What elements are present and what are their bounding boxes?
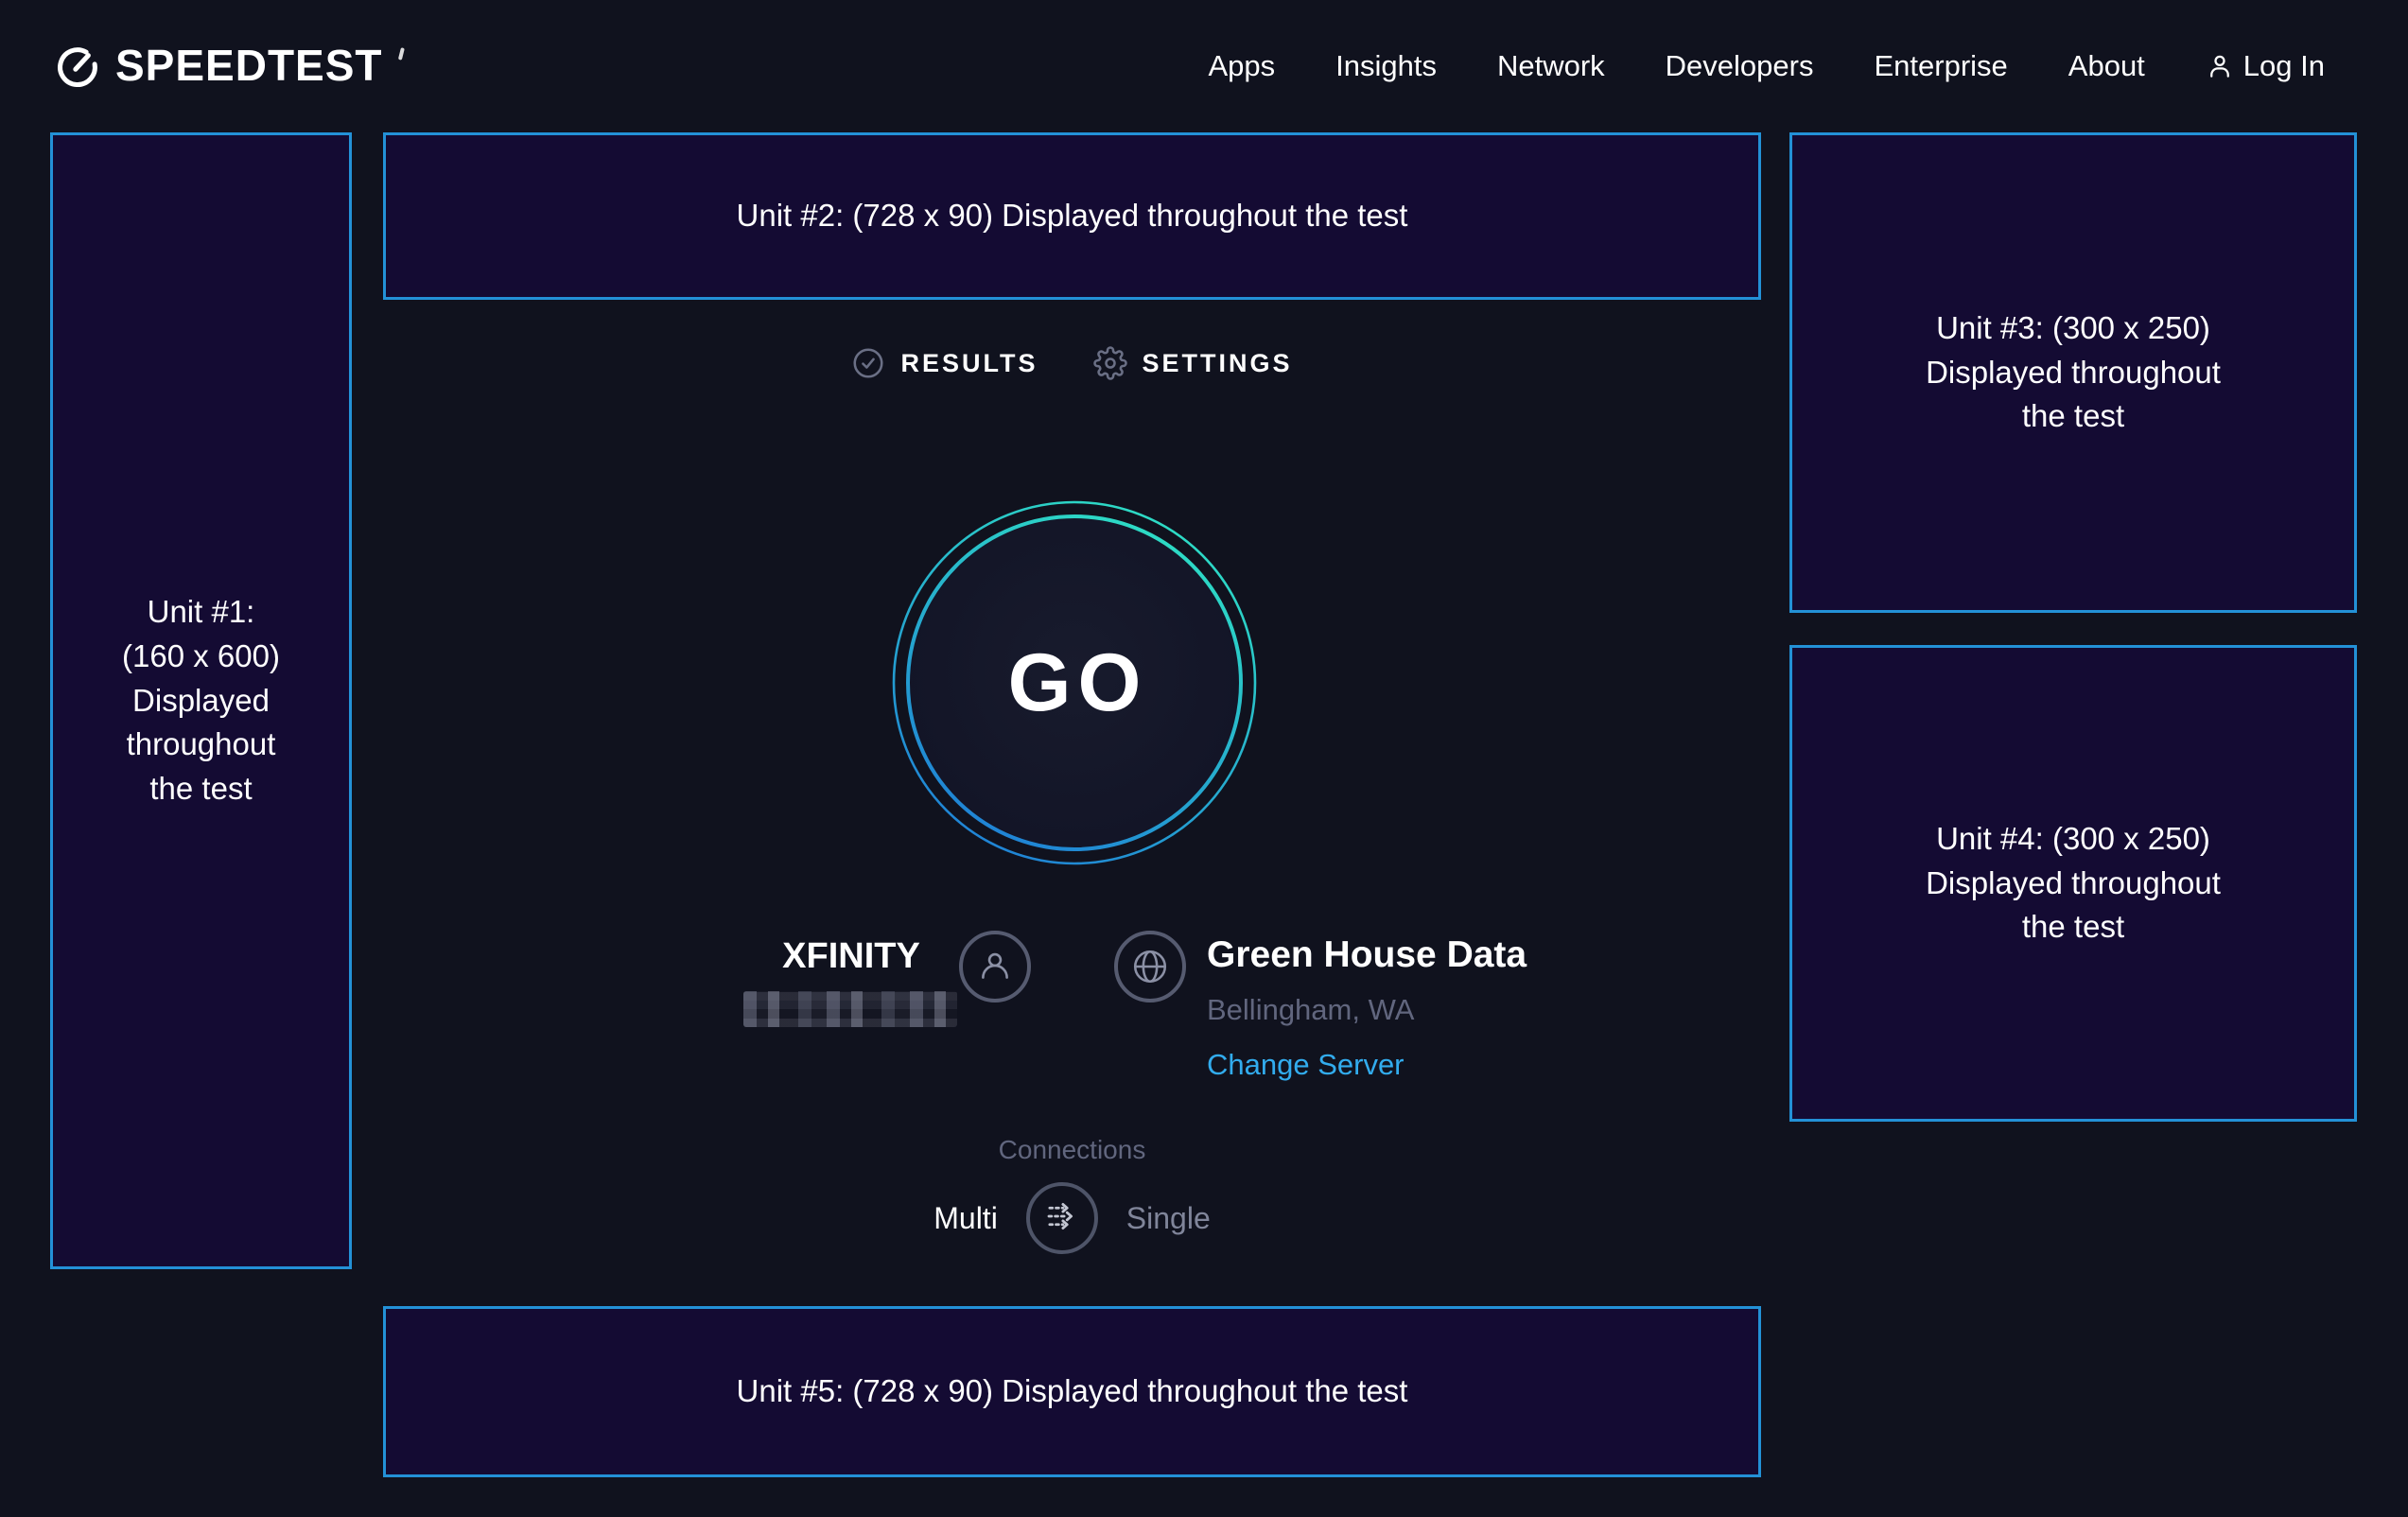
nav-item-about[interactable]: About [2068,49,2145,83]
ad-unit-3-300x250: Unit #3: (300 x 250) Displayed throughou… [1789,132,2357,613]
login-label: Log In [2243,49,2325,83]
nav-item-apps[interactable]: Apps [1208,49,1275,83]
ad-unit-1-text: Unit #1: (160 x 600) Displayed throughou… [122,590,280,811]
ad-unit-4-300x250: Unit #4: (300 x 250) Displayed throughou… [1789,645,2357,1122]
speedtest-logo[interactable]: SPEEDTEST [53,41,400,92]
go-button[interactable]: GO [890,498,1259,867]
server-name: Green House Data [1207,934,1527,976]
logo-trademark-mark [397,47,404,61]
ad-unit-5-text: Unit #5: (728 x 90) Displayed throughout… [737,1369,1408,1414]
tab-settings-label: SETTINGS [1143,349,1293,378]
tab-settings[interactable]: SETTINGS [1093,346,1293,380]
server-location: Bellingham, WA [1207,993,1527,1027]
server-info: Green House Data Bellingham, WA Change S… [1207,934,1527,1082]
nav-item-developers[interactable]: Developers [1666,49,1814,83]
ad-unit-1-160x600: Unit #1: (160 x 600) Displayed throughou… [50,132,352,1269]
speedtest-home-page: SPEEDTEST Apps Insights Network Develope… [0,0,2408,1517]
gear-icon [1093,346,1127,380]
isp-details-redacted [743,991,957,1027]
server-globe-icon [1114,931,1186,1003]
results-settings-tabs: RESULTS SETTINGS [383,340,1761,386]
nav-item-network[interactable]: Network [1497,49,1605,83]
isp-name: XFINITY [743,936,959,977]
ad-unit-3-text: Unit #3: (300 x 250) Displayed throughou… [1926,306,2221,440]
ad-unit-2-728x90: Unit #2: (728 x 90) Displayed throughout… [383,132,1761,300]
ad-unit-4-text: Unit #4: (300 x 250) Displayed throughou… [1926,817,2221,950]
ad-unit-5-728x90: Unit #5: (728 x 90) Displayed throughout… [383,1306,1761,1477]
check-circle-icon [851,346,885,380]
isp-avatar-icon[interactable] [959,931,1031,1003]
top-nav-bar: SPEEDTEST Apps Insights Network Develope… [0,0,2408,132]
primary-navigation: Apps Insights Network Developers Enterpr… [1208,49,2325,83]
login-button[interactable]: Log In [2206,49,2325,83]
tab-results-label: RESULTS [900,349,1038,378]
ad-unit-2-text: Unit #2: (728 x 90) Displayed throughout… [737,194,1408,238]
change-server-link[interactable]: Change Server [1207,1048,1405,1082]
connections-multi-label[interactable]: Multi [934,1201,998,1236]
nav-item-enterprise[interactable]: Enterprise [1874,49,2007,83]
user-icon [2206,52,2234,80]
nav-item-insights[interactable]: Insights [1335,49,1437,83]
connections-heading: Connections [383,1135,1761,1165]
connections-toggle-row: Multi Single [383,1180,1761,1256]
speedometer-gauge-icon [53,42,102,91]
go-button-label: GO [890,498,1259,867]
logo-wordmark: SPEEDTEST [115,40,383,91]
multi-connection-arrows-icon [1042,1196,1082,1241]
connections-mode-toggle[interactable] [1026,1182,1098,1254]
connections-single-label[interactable]: Single [1126,1201,1211,1236]
tab-results[interactable]: RESULTS [851,346,1038,380]
